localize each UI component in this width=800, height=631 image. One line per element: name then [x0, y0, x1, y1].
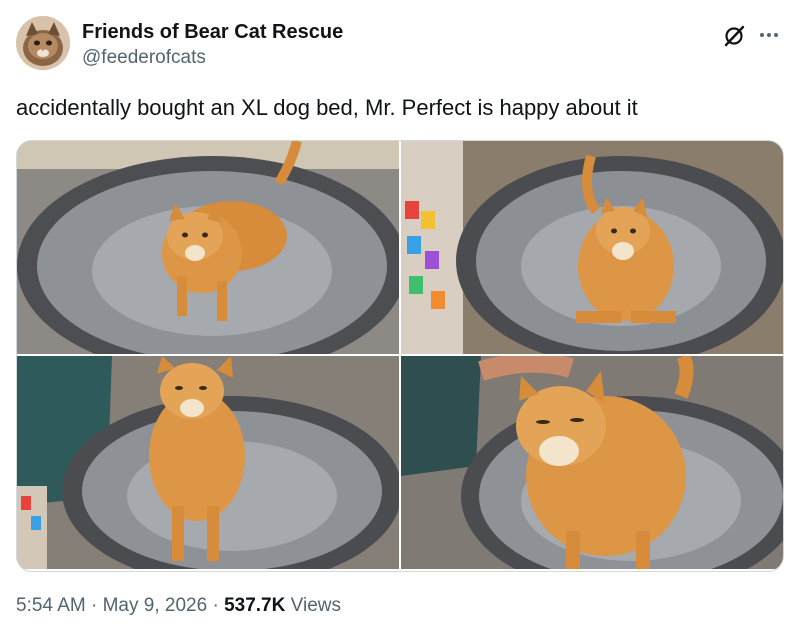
- meta-separator: ·: [212, 595, 219, 616]
- views-label: Views: [290, 595, 341, 616]
- meta-separator: ·: [91, 595, 98, 616]
- tweet-text: accidentally bought an XL dog bed, Mr. P…: [16, 95, 638, 120]
- views-count: 537.7K: [224, 595, 286, 616]
- avatar[interactable]: [16, 16, 70, 70]
- tweet-date[interactable]: May 9, 2026: [103, 595, 208, 616]
- author-display-name[interactable]: Friends of Bear Cat Rescue: [82, 20, 343, 44]
- tweet-time[interactable]: 5:54 AM: [16, 595, 86, 616]
- more-icon[interactable]: [756, 22, 782, 48]
- photo-4[interactable]: [401, 356, 783, 569]
- grok-icon[interactable]: [722, 24, 746, 48]
- tweet-meta: 5:54 AM · May 9, 2026 · 537.7K Views: [16, 594, 784, 618]
- photo-2[interactable]: [401, 141, 783, 354]
- author-info: Friends of Bear Cat Rescue @feederofcats: [82, 20, 343, 70]
- media-grid: [16, 140, 784, 572]
- photo-3[interactable]: [17, 356, 399, 569]
- photo-1[interactable]: [17, 141, 399, 354]
- author-handle[interactable]: @feederofcats: [82, 46, 343, 70]
- tweet-header: Friends of Bear Cat Rescue @feederofcats: [16, 16, 784, 72]
